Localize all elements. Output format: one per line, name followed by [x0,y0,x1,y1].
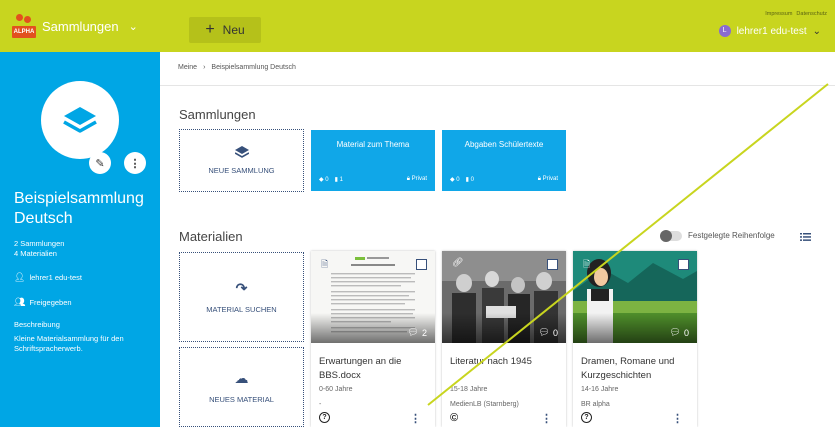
annotation-line [427,83,829,406]
